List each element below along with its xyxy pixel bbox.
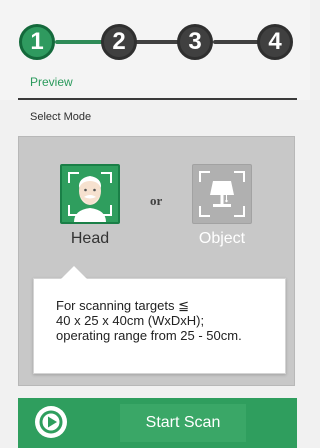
lamp-icon — [192, 164, 252, 224]
mode-object-label: Object — [198, 230, 246, 247]
step-1[interactable]: 1 — [19, 24, 55, 60]
frame-corner — [101, 205, 112, 216]
mode-panel: Head or Object For scanning targets ≦ 40… — [18, 136, 295, 386]
info-line: For scanning targets ≦ — [56, 298, 190, 313]
info-line: operating range from 25 - 50cm. — [56, 328, 242, 343]
mode-head-option[interactable]: Head — [55, 164, 125, 248]
frame-corner — [234, 171, 245, 182]
start-scan-button[interactable]: Start Scan — [18, 398, 297, 448]
or-separator: or — [150, 193, 163, 208]
step-4[interactable]: 4 — [257, 24, 293, 60]
step-caption: Preview — [30, 75, 73, 89]
step-2[interactable]: 2 — [101, 24, 137, 60]
frame-corner — [68, 205, 79, 216]
tooltip-arrow — [61, 266, 87, 279]
divider — [18, 98, 297, 100]
frame-corner — [234, 206, 245, 217]
info-tooltip: For scanning targets ≦ 40 x 25 x 40cm (W… — [33, 266, 286, 374]
frame-corner — [68, 172, 79, 183]
frame-corner — [199, 206, 210, 217]
start-scan-label: Start Scan — [120, 404, 246, 442]
step-3[interactable]: 3 — [177, 24, 213, 60]
frame-corner — [101, 172, 112, 183]
frame-corner — [199, 171, 210, 182]
info-text: For scanning targets ≦ 40 x 25 x 40cm (W… — [56, 298, 276, 343]
face-icon — [60, 164, 120, 224]
section-label: Select Mode — [30, 111, 92, 123]
stepper: 1 2 3 4 Preview — [0, 0, 310, 100]
info-line: 40 x 25 x 40cm (WxDxH); — [56, 313, 205, 328]
mode-head-label: Head — [70, 230, 110, 247]
mode-object-option[interactable]: Object — [187, 164, 257, 248]
play-icon — [35, 406, 67, 438]
